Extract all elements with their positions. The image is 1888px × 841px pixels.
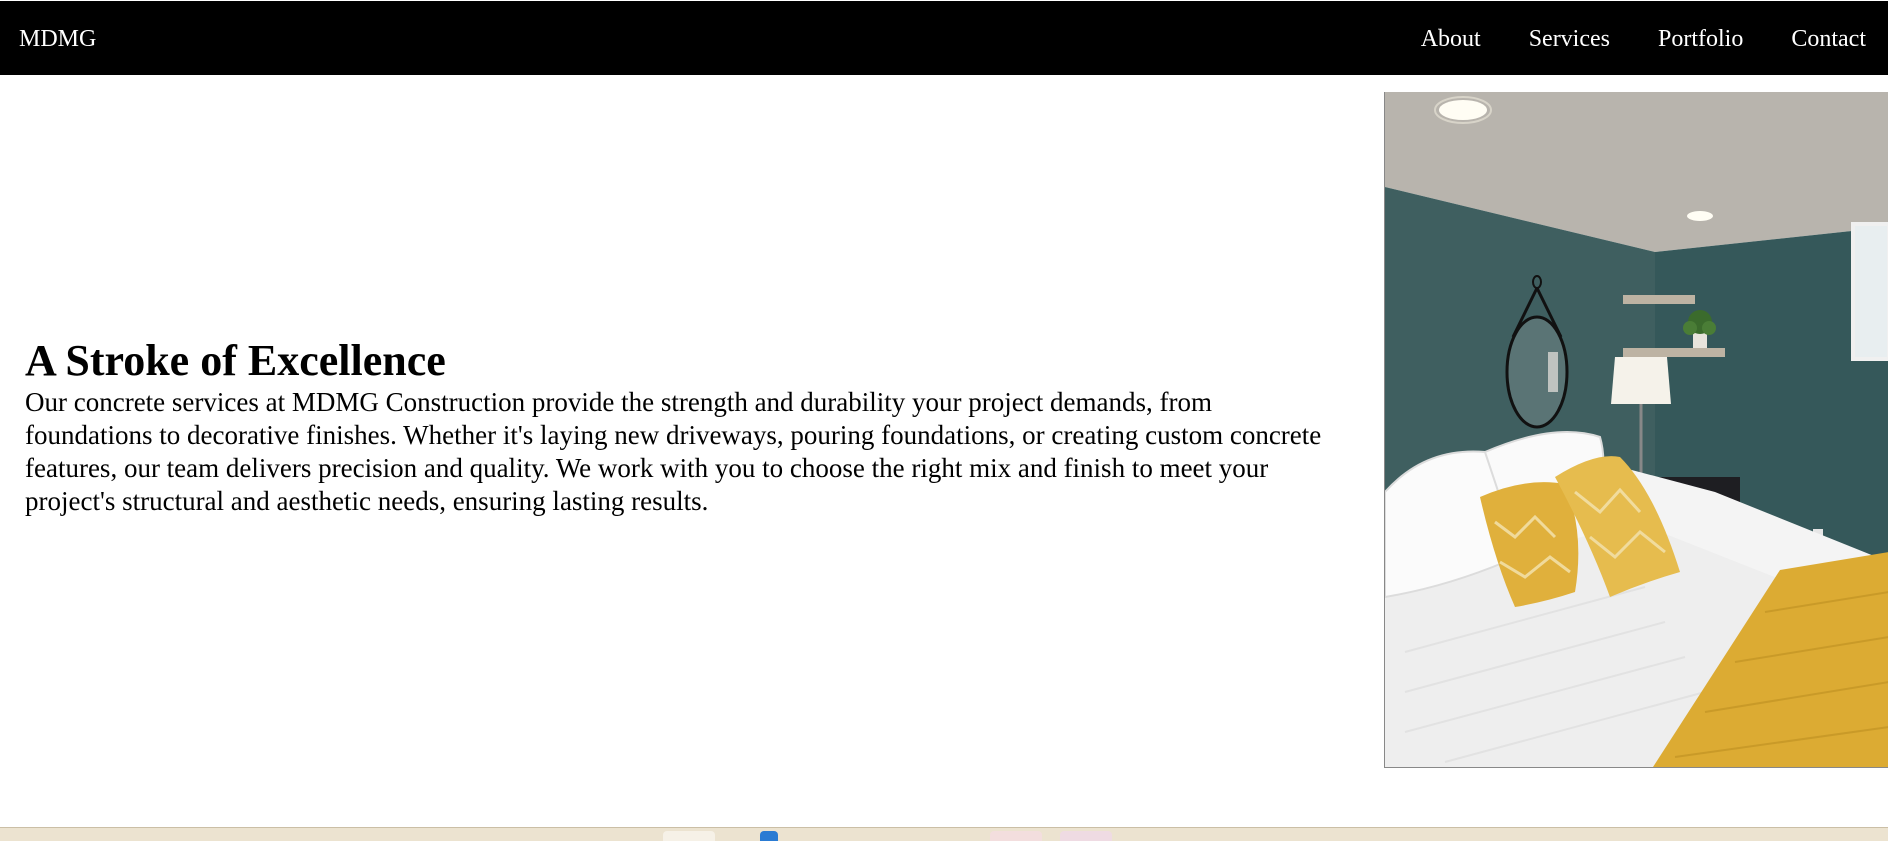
hero-image bbox=[1384, 92, 1888, 768]
nav-link-about[interactable]: About bbox=[1421, 23, 1481, 55]
nav-link-contact[interactable]: Contact bbox=[1791, 23, 1866, 55]
os-taskbar bbox=[0, 827, 1888, 841]
hero-title: A Stroke of Excellence bbox=[25, 336, 446, 385]
top-navbar: MDMG About Services Portfolio Contact bbox=[0, 1, 1888, 75]
hero-description: Our concrete services at MDMG Constructi… bbox=[25, 387, 1322, 516]
brand-logo-text[interactable]: MDMG bbox=[19, 23, 96, 55]
nav-link-portfolio[interactable]: Portfolio bbox=[1658, 23, 1743, 55]
nav-link-services[interactable]: Services bbox=[1529, 23, 1610, 55]
bedroom-photo bbox=[1385, 92, 1888, 767]
nav-links: About Services Portfolio Contact bbox=[1421, 23, 1866, 55]
hero-text-block: A Stroke of Excellence Our concrete serv… bbox=[25, 336, 1340, 518]
